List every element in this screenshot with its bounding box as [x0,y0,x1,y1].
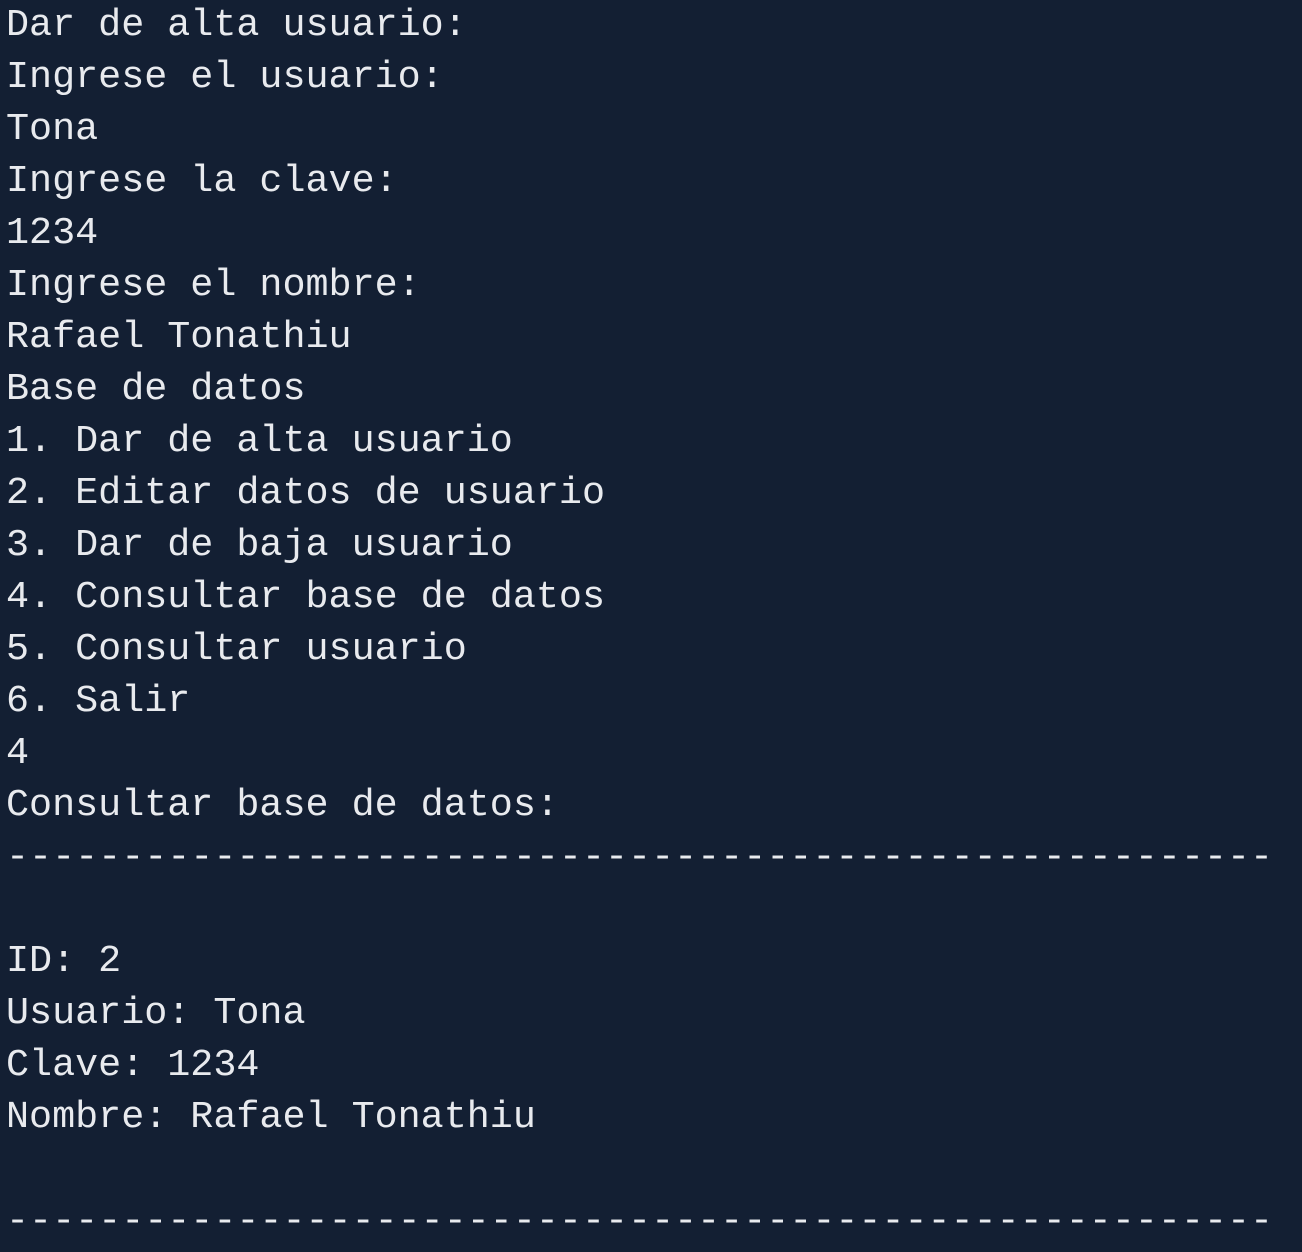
terminal-output: Dar de alta usuario: Ingrese el usuario:… [0,0,1302,1252]
menu-title: Base de datos [6,367,306,411]
menu-item-editar: 2. Editar datos de usuario [6,471,605,515]
menu-item-alta: 1. Dar de alta usuario [6,419,513,463]
prompt-nombre: Ingrese el nombre: [6,263,421,307]
prompt-usuario: Ingrese el usuario: [6,55,444,99]
input-clave: 1234 [6,211,99,255]
record-clave: Clave: 1234 [6,1043,260,1087]
menu-selection-input: 4 [6,731,30,775]
menu-item-baja: 3. Dar de baja usuario [6,523,513,567]
menu-item-consultar-usuario: 5. Consultar usuario [6,627,467,671]
separator-line-end: ----------------------------------------… [6,1199,1274,1243]
query-header: Consultar base de datos: [6,783,559,827]
record-nombre: Nombre: Rafael Tonathiu [6,1095,536,1139]
record-usuario: Usuario: Tona [6,991,306,1035]
alta-header: Dar de alta usuario: [6,3,467,47]
separator-line: ----------------------------------------… [6,835,1274,879]
menu-item-salir: 6. Salir [6,679,191,723]
input-nombre: Rafael Tonathiu [6,315,352,359]
record-id: ID: 2 [6,939,122,983]
menu-item-consultar-base: 4. Consultar base de datos [6,575,605,619]
input-usuario: Tona [6,107,99,151]
prompt-clave: Ingrese la clave: [6,159,398,203]
